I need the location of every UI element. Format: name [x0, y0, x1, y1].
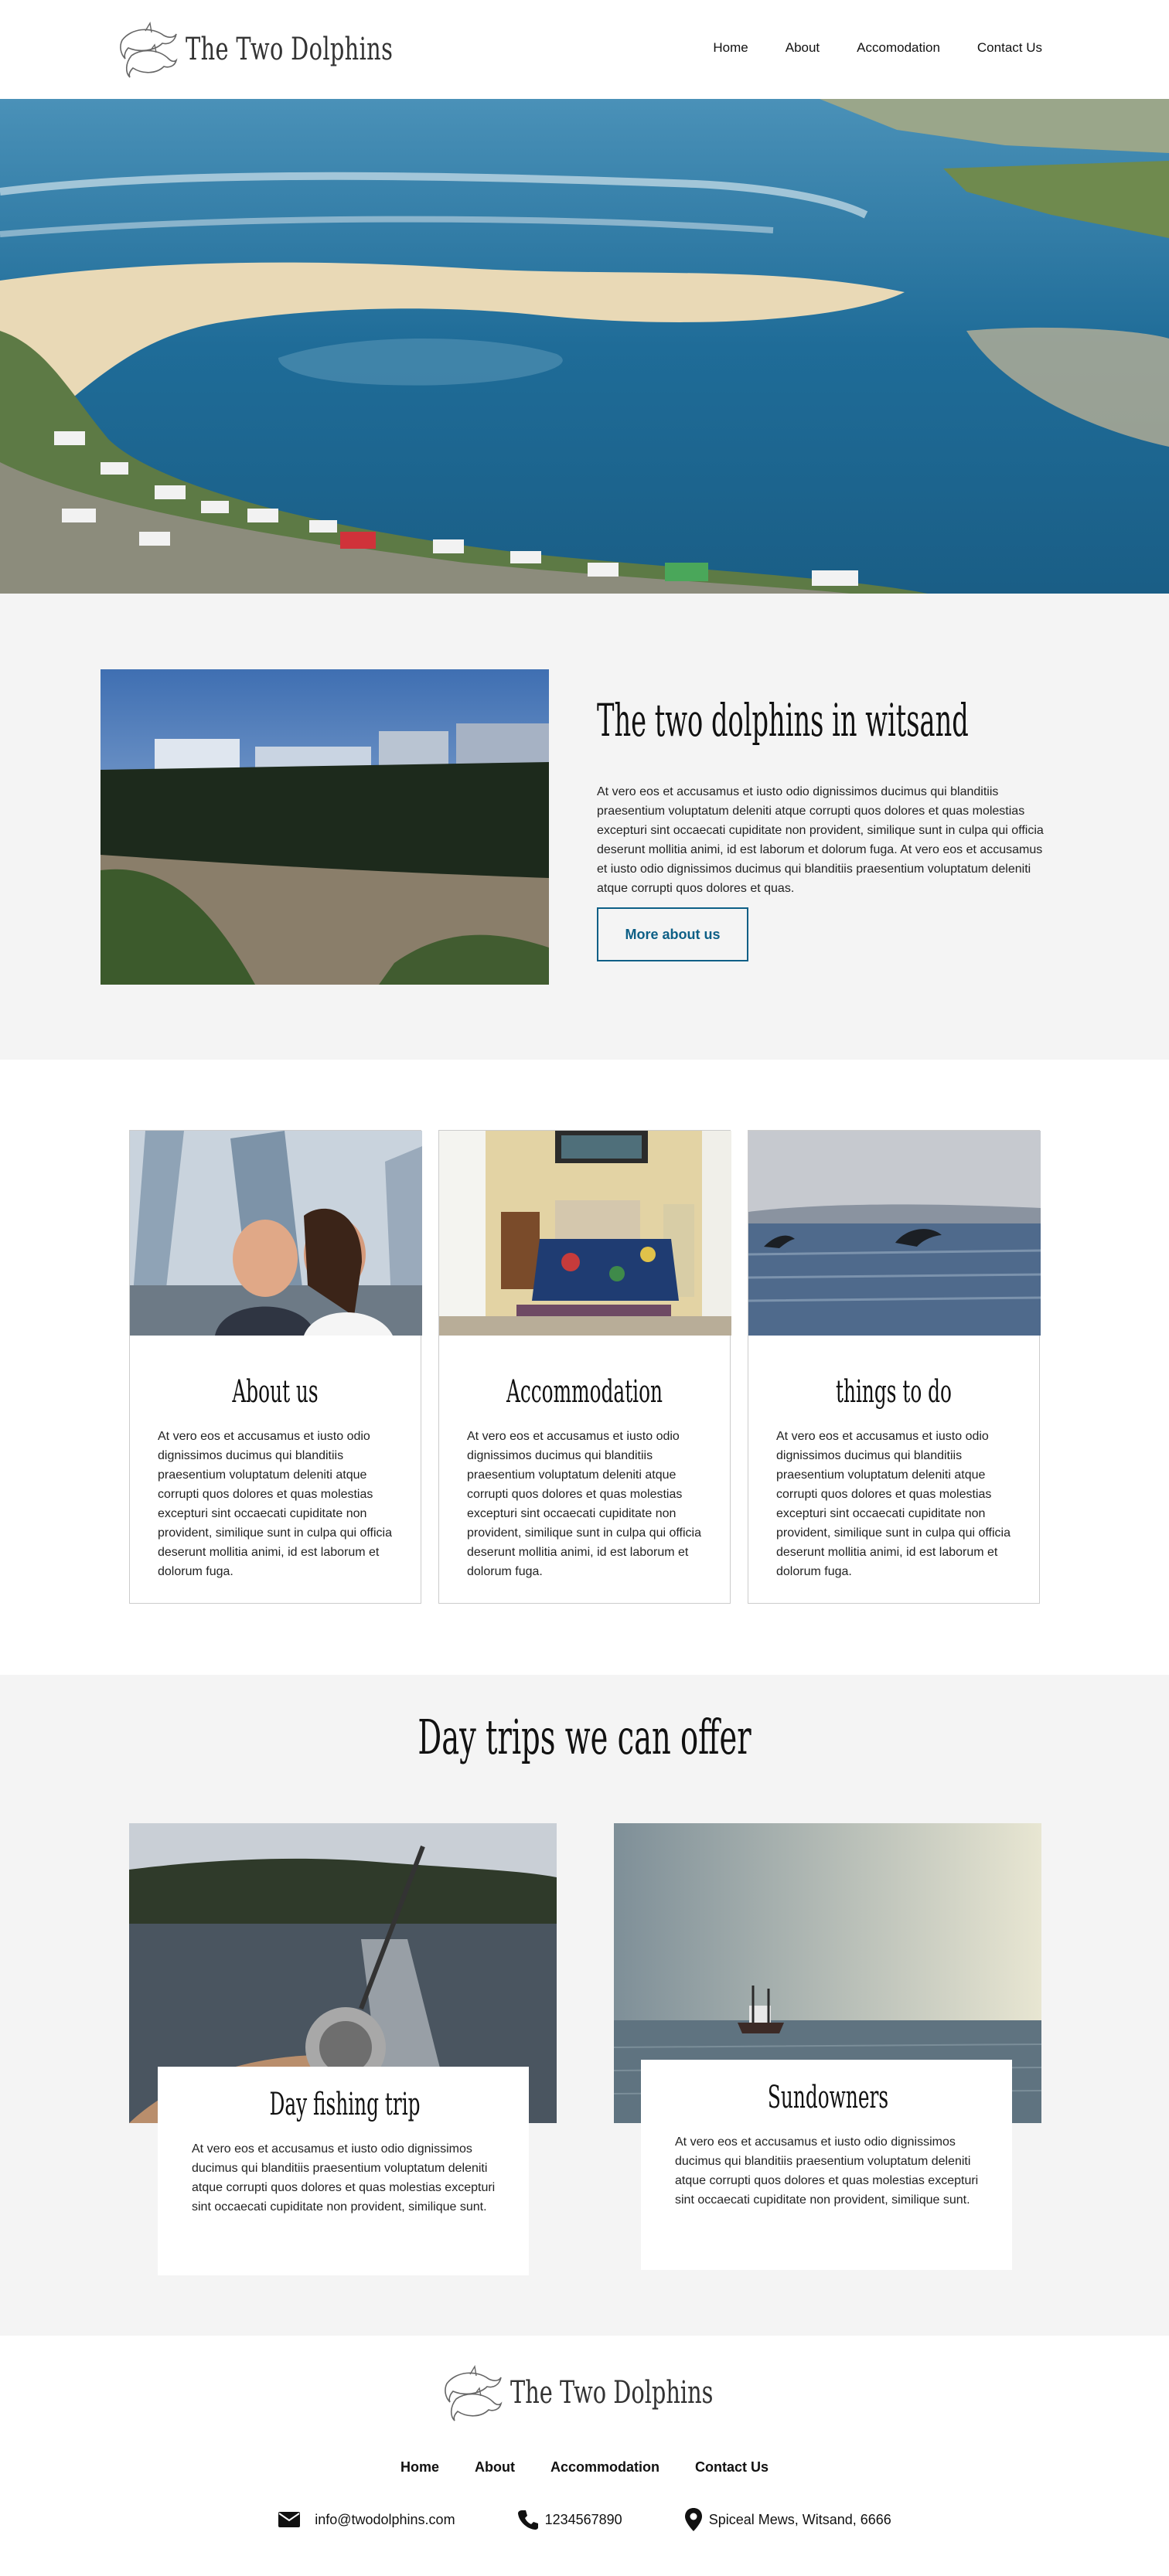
card-accommodation-photo [439, 1131, 731, 1336]
footer-nav-accommodation[interactable]: Accommodation [550, 2459, 659, 2476]
card-accommodation-text: At vero eos et accusamus et iusto odio d… [467, 1430, 701, 1578]
location-pin-icon [684, 2508, 702, 2531]
envelope-icon [278, 2512, 301, 2527]
card-about-text: At vero eos et accusamus et iusto odio d… [158, 1430, 392, 1578]
main-nav: Home About Accomodation Contact Us [713, 40, 1042, 56]
footer-nav-home[interactable]: Home [400, 2459, 439, 2476]
fishing-trip-card[interactable]: Day fishing trip At vero eos et accusamu… [158, 2067, 529, 2275]
footer-logo[interactable]: The Two Dolphins [441, 2360, 792, 2425]
card-things-photo [748, 1131, 1041, 1336]
footer-logo-text: The Two Dolphins [510, 2375, 714, 2411]
card-things-title: things to do [836, 1374, 952, 1410]
nav-home[interactable]: Home [713, 40, 748, 56]
about-section: The two dolphins in witsand At vero eos … [0, 594, 1169, 1060]
site-header: The Two Dolphins Home About Accomodation… [0, 0, 1169, 99]
feature-cards: About us At vero eos et accusamus et ius… [129, 1130, 1041, 1604]
about-paragraph: At vero eos et accusamus et iusto odio d… [597, 785, 1044, 895]
phone-icon [517, 2510, 538, 2530]
footer-contact: info@twodolphins.com 1234567890 Spiceal … [0, 2507, 1169, 2532]
footer-nav-about[interactable]: About [475, 2459, 515, 2476]
card-about[interactable]: About us At vero eos et accusamus et ius… [129, 1130, 422, 1604]
site-footer: The Two Dolphins Home About Accommodatio… [0, 2336, 1169, 2576]
about-title: The two dolphins in witsand [597, 694, 969, 747]
fishing-trip-title: Day fishing trip [269, 2087, 421, 2122]
nav-contact[interactable]: Contact Us [977, 40, 1042, 56]
nav-about[interactable]: About [786, 40, 820, 56]
more-about-button[interactable]: More about us [597, 907, 748, 961]
footer-nav-contact[interactable]: Contact Us [695, 2459, 769, 2476]
sundowners-card[interactable]: Sundowners At vero eos et accusamus et i… [641, 2060, 1012, 2270]
contact-email-text: info@twodolphins.com [315, 2511, 455, 2527]
contact-address-text: Spiceal Mews, Witsand, 6666 [708, 2511, 891, 2527]
card-accommodation-title: Accommodation [506, 1374, 663, 1410]
contact-address[interactable]: Spiceal Mews, Witsand, 6666 [684, 2507, 891, 2532]
card-things-to-do[interactable]: things to do At vero eos et accusamus et… [748, 1130, 1041, 1604]
dolphin-logo-icon [445, 2365, 503, 2421]
nav-accommodation[interactable]: Accomodation [857, 40, 940, 56]
logo-text: The Two Dolphins [186, 32, 394, 67]
day-trips-title: Day trips we can offer [418, 1709, 752, 1765]
sundowners-text: At vero eos et accusamus et iusto odio d… [675, 2135, 979, 2207]
dolphin-logo-icon [120, 22, 178, 78]
card-accommodation[interactable]: Accommodation At vero eos et accusamus e… [438, 1130, 731, 1604]
sundowners-title: Sundowners [767, 2080, 889, 2115]
contact-phone[interactable]: 1234567890 [517, 2507, 622, 2532]
card-about-photo [130, 1131, 422, 1336]
footer-nav: Home About Accommodation Contact Us [0, 2459, 1169, 2476]
hero-image [0, 99, 1169, 594]
contact-phone-text: 1234567890 [544, 2511, 622, 2527]
card-things-text: At vero eos et accusamus et iusto odio d… [776, 1430, 1011, 1578]
about-photo [101, 669, 549, 985]
fishing-trip-text: At vero eos et accusamus et iusto odio d… [192, 2142, 496, 2214]
contact-email[interactable]: info@twodolphins.com [278, 2507, 455, 2532]
site-logo[interactable]: The Two Dolphins [116, 17, 474, 82]
day-trips-section: Day trips we can offer Day fishing trip … [0, 1675, 1169, 2336]
card-about-title: About us [232, 1374, 319, 1410]
